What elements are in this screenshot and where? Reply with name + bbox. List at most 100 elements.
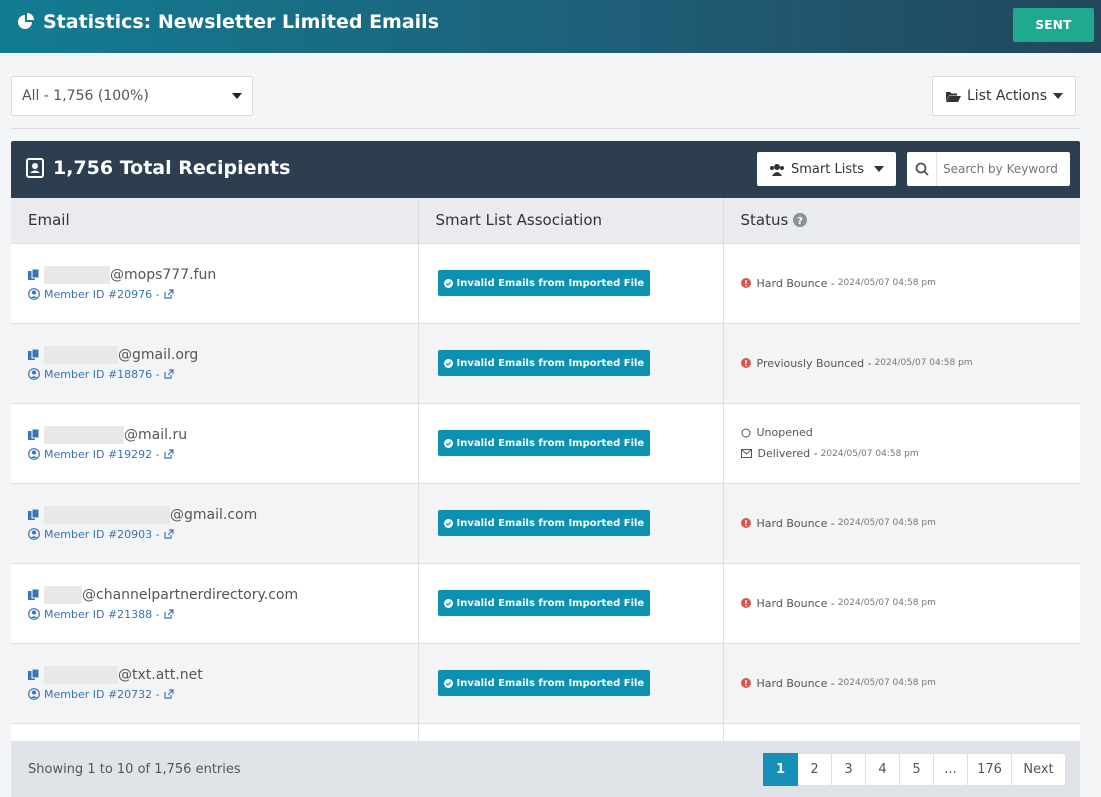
smart-list-badge[interactable]: Invalid Emails from Imported File <box>437 510 651 536</box>
exclamation-circle-icon <box>740 518 751 528</box>
smart-lists-button[interactable]: Smart Lists <box>757 152 896 186</box>
chevron-down-icon <box>232 93 242 99</box>
search-box <box>907 152 1070 186</box>
redacted-email-user <box>44 265 110 284</box>
chevron-down-icon <box>873 166 884 172</box>
email-cell: @gmail.org Member ID #18876 - <box>11 322 419 403</box>
page-1-button[interactable]: 1 <box>763 753 798 786</box>
table-row: @txt.att.net Member ID #20732 - Invalid … <box>11 642 1080 723</box>
email-cell: @mops777.fun Member ID #20976 - <box>11 242 419 323</box>
list-actions-button[interactable]: List Actions <box>932 76 1076 116</box>
smart-list-badge[interactable]: Invalid Emails from Imported File <box>437 430 651 456</box>
member-id-link[interactable]: Member ID #19292 - <box>28 448 418 461</box>
external-link-icon <box>164 529 174 539</box>
external-link-icon <box>164 609 174 619</box>
smart-list-badge[interactable]: Invalid Emails from Imported File <box>437 270 651 296</box>
copy-icon[interactable] <box>28 268 40 281</box>
member-id-link[interactable]: Member ID #20976 - <box>28 288 418 301</box>
check-circle-icon <box>443 518 453 528</box>
smart-list-badge-label: Invalid Emails from Imported File <box>456 597 645 609</box>
help-icon[interactable]: ? <box>793 213 808 228</box>
sent-button[interactable]: SENT <box>1013 8 1094 42</box>
check-circle-icon <box>443 278 453 288</box>
email-domain: @txt.att.net <box>118 666 203 683</box>
chevron-down-icon <box>1053 93 1064 99</box>
status-entry: Hard Bounce - 2024/05/07 04:58 pm <box>740 677 1080 690</box>
table-row <box>11 722 1080 741</box>
pie-chart-icon <box>18 13 34 29</box>
page-176-button[interactable]: 176 <box>968 753 1012 786</box>
table-header-row: Email Smart List Association Status ? <box>11 198 1080 243</box>
member-id-text: Member ID #19292 - <box>44 447 160 461</box>
page-title-text: Statistics: Newsletter Limited Emails <box>43 11 440 33</box>
redacted-email-user <box>44 585 82 604</box>
copy-icon[interactable] <box>28 588 40 601</box>
status-text: Unopened <box>756 426 813 439</box>
exclamation-circle-icon <box>740 358 751 368</box>
next-page-button[interactable]: Next <box>1012 753 1066 786</box>
page-ellipsis: ... <box>934 753 968 786</box>
column-header-status-label: Status <box>740 211 789 230</box>
status-timeline: Unopened Delivered - 2024/05/07 04:58 pm <box>740 426 1080 460</box>
smart-list-cell <box>418 722 724 741</box>
copy-icon[interactable] <box>28 428 40 441</box>
smart-list-cell: Invalid Emails from Imported File <box>418 482 724 563</box>
smart-list-badge-label: Invalid Emails from Imported File <box>456 517 645 529</box>
copy-icon[interactable] <box>28 348 40 361</box>
user-circle-icon <box>28 608 40 620</box>
column-header-smart-list[interactable]: Smart List Association <box>418 198 724 243</box>
column-header-email[interactable]: Email <box>11 198 419 243</box>
page-title: Statistics: Newsletter Limited Emails <box>17 11 439 33</box>
recipient-filter-select[interactable]: All - 1,756 (100%) <box>11 76 253 116</box>
status-text: Hard Bounce - <box>756 276 835 290</box>
user-circle-icon <box>28 448 40 460</box>
smart-list-badge[interactable]: Invalid Emails from Imported File <box>437 670 651 696</box>
page-5-button[interactable]: 5 <box>900 753 934 786</box>
smart-list-badge-label: Invalid Emails from Imported File <box>456 437 645 449</box>
search-icon <box>907 152 937 186</box>
smart-list-badge[interactable]: Invalid Emails from Imported File <box>437 350 651 376</box>
external-link-icon <box>164 369 174 379</box>
folder-open-icon <box>945 91 961 102</box>
external-link-icon <box>164 689 174 699</box>
status-timestamp: 2024/05/07 04:58 pm <box>874 358 973 368</box>
table-footer: Showing 1 to 10 of 1,756 entries 1 2 3 4… <box>11 741 1080 797</box>
page-3-button[interactable]: 3 <box>832 753 866 786</box>
status-text: Hard Bounce - <box>756 596 835 610</box>
table-row: @channelpartnerdirectory.com Member ID #… <box>11 562 1080 643</box>
email-address: @mail.ru <box>28 425 418 444</box>
status-text: Previously Bounced - <box>756 356 872 370</box>
smart-list-badge[interactable]: Invalid Emails from Imported File <box>437 590 651 616</box>
member-id-link[interactable]: Member ID #20903 - <box>28 528 418 541</box>
member-id-link[interactable]: Member ID #18876 - <box>28 368 418 381</box>
email-domain: @gmail.com <box>170 506 258 523</box>
member-id-link[interactable]: Member ID #21388 - <box>28 608 418 621</box>
member-id-link[interactable]: Member ID #20732 - <box>28 688 418 701</box>
email-cell: @gmail.com Member ID #20903 - <box>11 482 419 563</box>
status-cell: Hard Bounce - 2024/05/07 04:58 pm <box>723 642 1080 723</box>
status-timestamp: 2024/05/07 04:58 pm <box>837 518 936 528</box>
column-header-status[interactable]: Status ? <box>723 198 1080 243</box>
check-circle-icon <box>443 678 453 688</box>
copy-icon[interactable] <box>28 668 40 681</box>
entries-info: Showing 1 to 10 of 1,756 entries <box>28 762 241 777</box>
email-address: @mops777.fun <box>28 265 418 284</box>
page-2-button[interactable]: 2 <box>798 753 832 786</box>
check-circle-icon <box>443 358 453 368</box>
panel-title-text: 1,756 Total Recipients <box>53 157 291 179</box>
status-entry: Previously Bounced - 2024/05/07 04:58 pm <box>740 356 1080 370</box>
search-input[interactable] <box>937 162 1062 176</box>
page-4-button[interactable]: 4 <box>866 753 900 786</box>
redacted-email-user <box>44 505 170 524</box>
status-entry: Unopened <box>741 426 1080 439</box>
top-header: Statistics: Newsletter Limited Emails SE… <box>0 0 1101 53</box>
email-address: @gmail.com <box>28 505 418 524</box>
copy-icon[interactable] <box>28 508 40 521</box>
status-entry: Delivered - 2024/05/07 04:58 pm <box>740 447 1080 460</box>
smart-list-badge-label: Invalid Emails from Imported File <box>456 277 645 289</box>
exclamation-circle-icon <box>740 598 751 608</box>
status-timestamp: 2024/05/07 04:58 pm <box>837 598 936 608</box>
redacted-email-user <box>44 665 118 684</box>
table-row: @gmail.com Member ID #20903 - Invalid Em… <box>11 482 1080 563</box>
external-link-icon <box>164 449 174 459</box>
